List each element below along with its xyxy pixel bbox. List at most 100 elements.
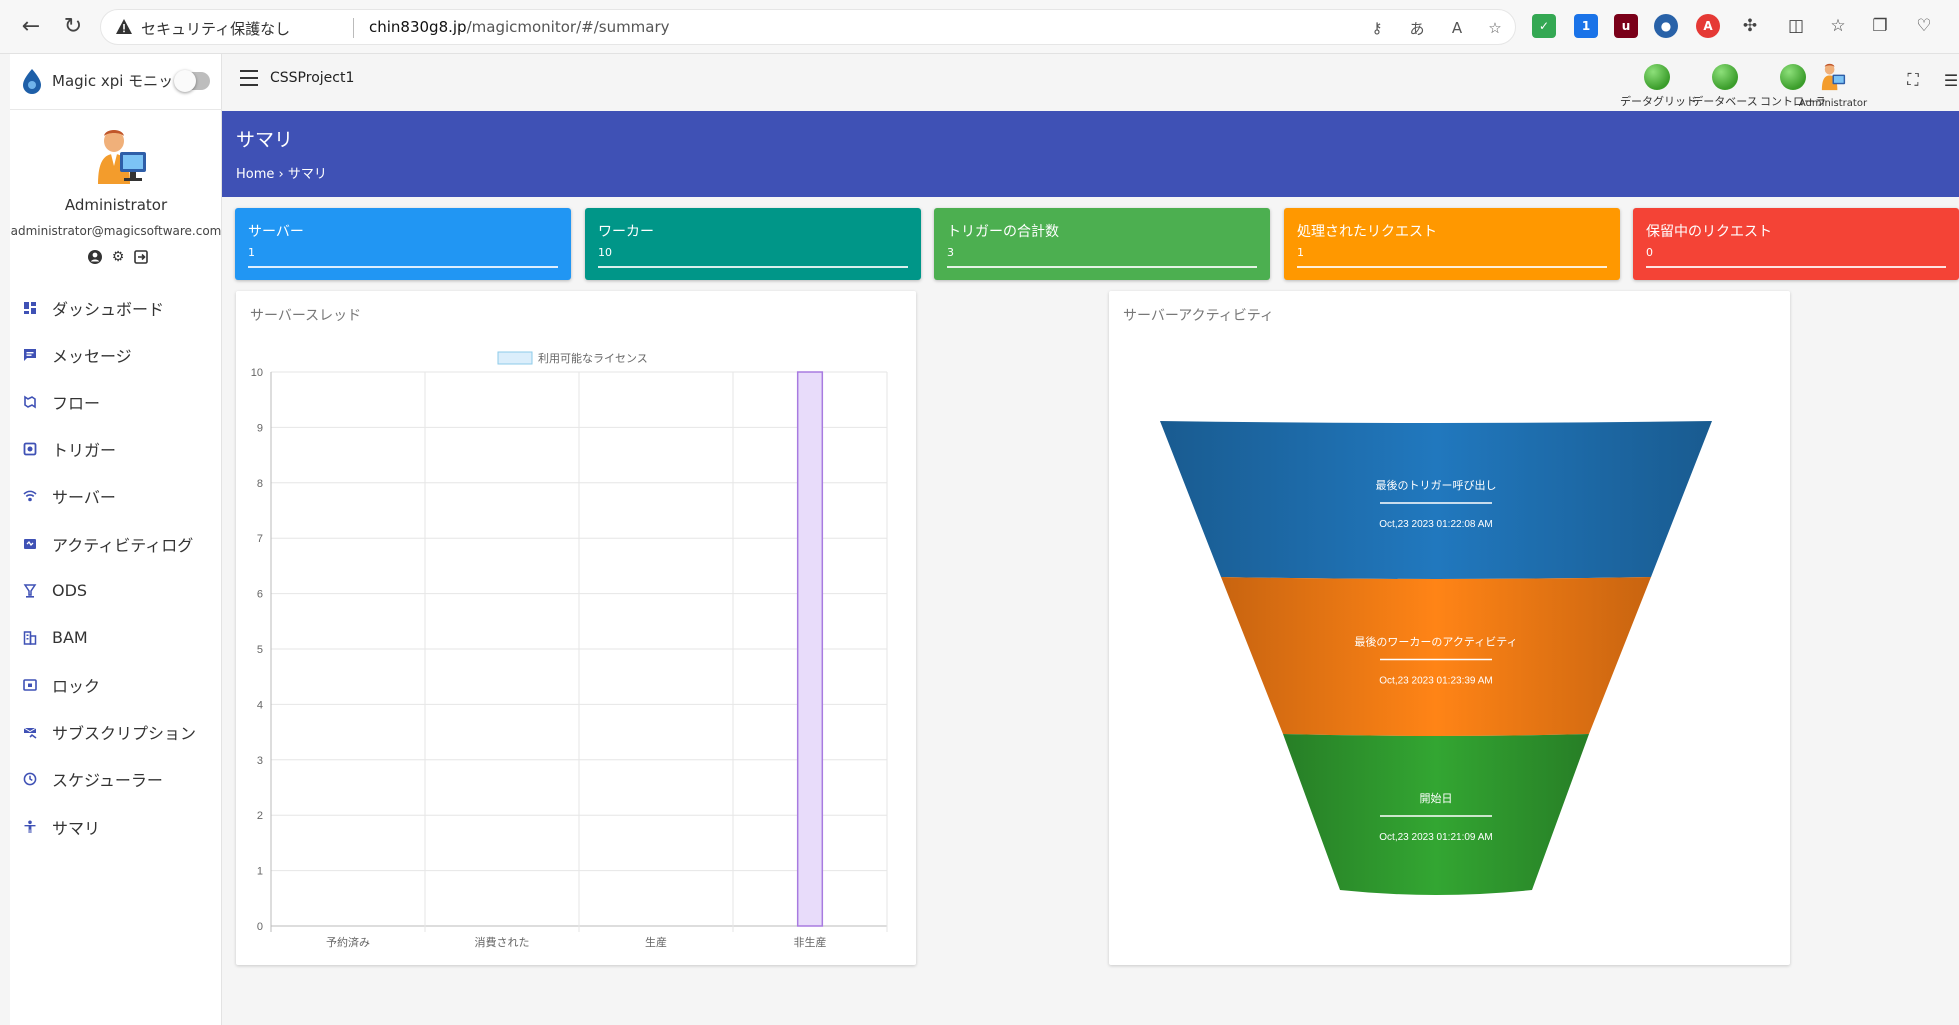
address-separator [353, 18, 354, 38]
y-tick-label: 2 [257, 810, 263, 822]
sidebar-item-flow[interactable]: フロー [10, 378, 222, 425]
sidebar-item-lock[interactable]: ロック [10, 662, 222, 709]
sidebar-brand: Magic xpi モニット [10, 54, 222, 110]
sidebar-item-dashboard[interactable]: ダッシュボード [10, 284, 222, 331]
status-ok-icon [1712, 64, 1738, 90]
url-text[interactable]: chin830g8.jp/magicmonitor/#/summary [369, 18, 670, 36]
activity-log-icon [22, 536, 38, 552]
funnel-segment [1283, 734, 1589, 895]
sidebar-item-label: トリガー [52, 441, 117, 461]
stat-value: 3 [947, 246, 954, 259]
stat-divider [1297, 266, 1607, 268]
funnel-label: 最後のトリガー呼び出し [1376, 478, 1497, 492]
theme-toggle[interactable] [174, 70, 210, 92]
list-menu-icon[interactable]: ☰ [1940, 69, 1959, 91]
sidebar-item-ods[interactable]: ODS [10, 567, 222, 614]
back-arrow-icon[interactable]: ← [16, 11, 46, 41]
stat-value: 0 [1646, 246, 1653, 259]
dashboard-icon [22, 300, 38, 316]
split-screen-icon[interactable]: ◫ [1784, 14, 1808, 38]
y-tick-label: 6 [257, 589, 263, 601]
summary-icon [22, 819, 38, 835]
x-tick-label: 予約済み [326, 935, 370, 949]
stat-divider [947, 266, 1257, 268]
breadcrumb: Home › サマリ [236, 163, 327, 182]
y-tick-label: 10 [251, 367, 263, 379]
sidebar-item-clock[interactable]: スケジューラー [10, 756, 222, 803]
account-circle-icon[interactable] [86, 248, 104, 266]
sidebar-item-subscription[interactable]: サブスクリプション [10, 709, 222, 756]
y-tick-label: 3 [257, 755, 263, 767]
profile-name: Administrator [64, 196, 168, 214]
profile-actions: ⚙ [86, 248, 150, 268]
funnel-value: Oct,23 2023 01:21:09 AM [1379, 832, 1492, 843]
stat-card: トリガーの合計数 3 [934, 208, 1270, 280]
stat-card: サーバー 1 [235, 208, 571, 280]
user-avatar [98, 130, 146, 184]
breadcrumb-home[interactable]: Home [236, 167, 274, 182]
sidebar: Magic xpi モニット Administrator administrat… [10, 54, 222, 1025]
favorite-star-icon[interactable]: ☆ [1483, 16, 1507, 40]
status-database[interactable]: データベース [1688, 64, 1762, 109]
legend-label: 利用可能なライセンス [538, 351, 648, 365]
stat-card: ワーカー 10 [585, 208, 921, 280]
project-name: CSSProject1 [270, 70, 355, 86]
stat-value: 1 [248, 246, 255, 259]
lock-icon [22, 677, 38, 693]
sidebar-item-label: サブスクリプション [52, 724, 197, 744]
stat-title: ワーカー [598, 224, 654, 240]
sidebar-item-message[interactable]: メッセージ [10, 331, 222, 378]
hamburger-menu-icon[interactable] [240, 70, 260, 88]
sidebar-item-wifi[interactable]: サーバー [10, 473, 222, 520]
stat-title: 保留中のリクエスト [1646, 224, 1772, 240]
sidebar-item-label: ODS [52, 581, 88, 601]
warning-icon [116, 19, 132, 34]
logout-icon[interactable] [132, 248, 150, 266]
fullscreen-icon[interactable]: ⛶ [1902, 69, 1924, 91]
sidebar-item-bam[interactable]: BAM [10, 614, 222, 661]
y-tick-label: 0 [257, 921, 263, 933]
ublock-icon[interactable]: u [1614, 14, 1638, 38]
top-app-bar: CSSProject1 データグリッド データベース コントローラ Admini… [222, 54, 1959, 111]
server-activity-panel: サーバーアクティビティ 最後のトリガー呼び出し Oct,23 2023 01:22… [1109, 291, 1790, 965]
gear-icon[interactable]: ⚙ [109, 248, 127, 266]
x-tick-label: 生産 [645, 935, 667, 949]
sidebar-item-label: サマリ [52, 818, 101, 838]
read-aloud-icon[interactable]: A [1445, 16, 1469, 40]
stat-divider [1646, 266, 1946, 268]
funnel-value: Oct,23 2023 01:23:39 AM [1379, 676, 1492, 687]
extensions-puzzle-icon[interactable]: ✣ [1738, 14, 1762, 38]
status-datagrid[interactable]: データグリッド [1620, 64, 1697, 109]
ods-icon [22, 583, 38, 599]
extension-badge-icon[interactable]: 1 [1574, 14, 1598, 38]
stat-card: 処理されたリクエスト 1 [1284, 208, 1620, 280]
collections-icon[interactable]: ❐ [1868, 14, 1892, 38]
adblock-icon[interactable]: A [1696, 14, 1720, 38]
page-header: サマリ Home › サマリ [222, 111, 1959, 197]
favorites-list-icon[interactable]: ☆ [1826, 14, 1850, 38]
sidebar-item-trigger[interactable]: トリガー [10, 426, 222, 473]
subscription-icon [22, 724, 38, 740]
extension-drop-icon[interactable]: ● [1654, 14, 1678, 38]
message-icon [22, 347, 38, 363]
browser-essentials-icon[interactable]: ♡ [1912, 14, 1936, 38]
translate-icon[interactable]: あ [1405, 16, 1429, 40]
stat-value: 1 [1297, 246, 1304, 259]
status-ok-icon [1644, 64, 1670, 90]
sidebar-item-activity-log[interactable]: アクティビティログ [10, 520, 222, 567]
y-tick-label: 8 [257, 478, 263, 490]
key-icon[interactable]: ⚷ [1365, 16, 1389, 40]
sidebar-item-summary[interactable]: サマリ [10, 803, 222, 850]
brand-title: Magic xpi モニット [52, 72, 189, 90]
y-tick-label: 9 [257, 422, 263, 434]
y-tick-label: 7 [257, 533, 263, 545]
admin-avatar[interactable] [1818, 62, 1848, 92]
address-bar[interactable]: セキュリティ保護なし chin830g8.jp/magicmonitor/#/s… [100, 9, 1516, 45]
shield-extension-icon[interactable]: ✓ [1532, 14, 1556, 38]
reload-icon[interactable]: ↻ [58, 11, 88, 41]
stat-divider [598, 266, 908, 268]
server-threads-chart: 0 1 2 3 4 5 6 7 8 9 10 予約済み 消費された 生産 非生産 利用可能なライセンス [251, 351, 888, 949]
sidebar-item-label: ロック [52, 677, 101, 697]
status-label: データグリッド [1620, 95, 1697, 108]
y-tick-label: 4 [257, 699, 263, 711]
